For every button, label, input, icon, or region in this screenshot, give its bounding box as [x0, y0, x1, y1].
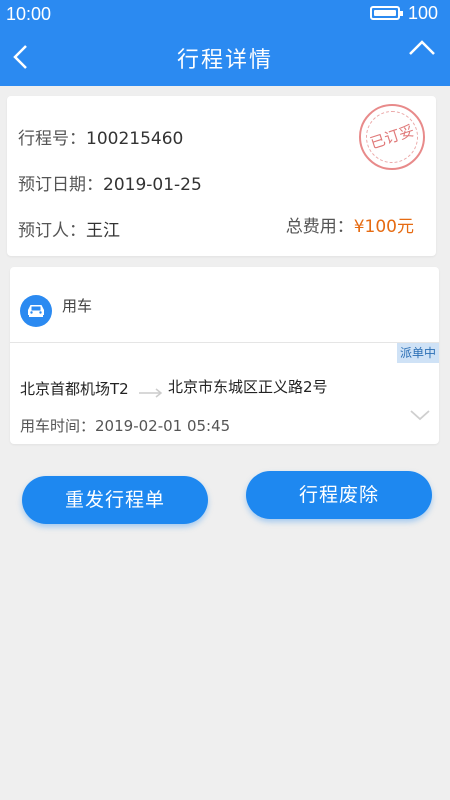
trip-number: 100215460 — [86, 129, 184, 149]
reissue-itinerary-button[interactable]: 重发行程单 — [22, 476, 208, 524]
pickup-location: 北京首都机场T2 — [20, 380, 129, 398]
cancel-trip-button[interactable]: 行程废除 — [246, 471, 432, 519]
header-bar: 行程详情 — [0, 28, 450, 86]
booking-date-row: 预订日期：2019-01-25 — [18, 170, 202, 195]
trip-number-row: 行程号：100215460 — [18, 124, 183, 149]
use-time-row: 用车时间：2019-02-01 05:45 — [20, 415, 230, 436]
divider — [10, 342, 439, 343]
status-bar: 10:00 100 — [0, 0, 450, 28]
status-time: 10:00 — [6, 4, 52, 24]
dispatch-status-badge: 派单中 — [397, 343, 439, 363]
dropoff-location: 北京市东城区正义路2号 — [168, 378, 328, 396]
car-section-title: 用车 — [62, 297, 93, 315]
route-arrow-icon — [138, 383, 164, 398]
booking-date-label: 预订日期： — [18, 175, 103, 195]
battery-level: 100 — [408, 3, 439, 23]
booking-date: 2019-01-25 — [103, 175, 202, 195]
car-icon — [20, 295, 52, 327]
page-title: 行程详情 — [176, 48, 273, 73]
battery-icon — [370, 6, 403, 20]
trip-info-card: 行程号：100215460 预订日期：2019-01-25 预订人：王江 总费用… — [7, 96, 436, 256]
booker-label: 预订人： — [18, 221, 86, 241]
booker-name: 王江 — [86, 221, 120, 241]
total-fee-label: 总费用： — [285, 217, 354, 237]
booked-stamp: 已订妥 — [359, 104, 425, 170]
booker-row: 预订人：王江 — [18, 216, 120, 241]
chevron-up-icon[interactable] — [402, 32, 442, 62]
total-fee-row: 总费用：¥100元 — [286, 212, 414, 237]
trip-number-label: 行程号： — [18, 129, 86, 149]
total-fee: ¥100元 — [353, 217, 414, 237]
chevron-down-icon[interactable] — [408, 407, 432, 423]
use-time-label: 用车时间： — [20, 417, 96, 435]
car-service-card: 用车 派单中 北京首都机场T2 北京市东城区正义路2号 用车时间：2019-02… — [10, 267, 439, 444]
use-time: 2019-02-01 05:45 — [95, 417, 231, 435]
